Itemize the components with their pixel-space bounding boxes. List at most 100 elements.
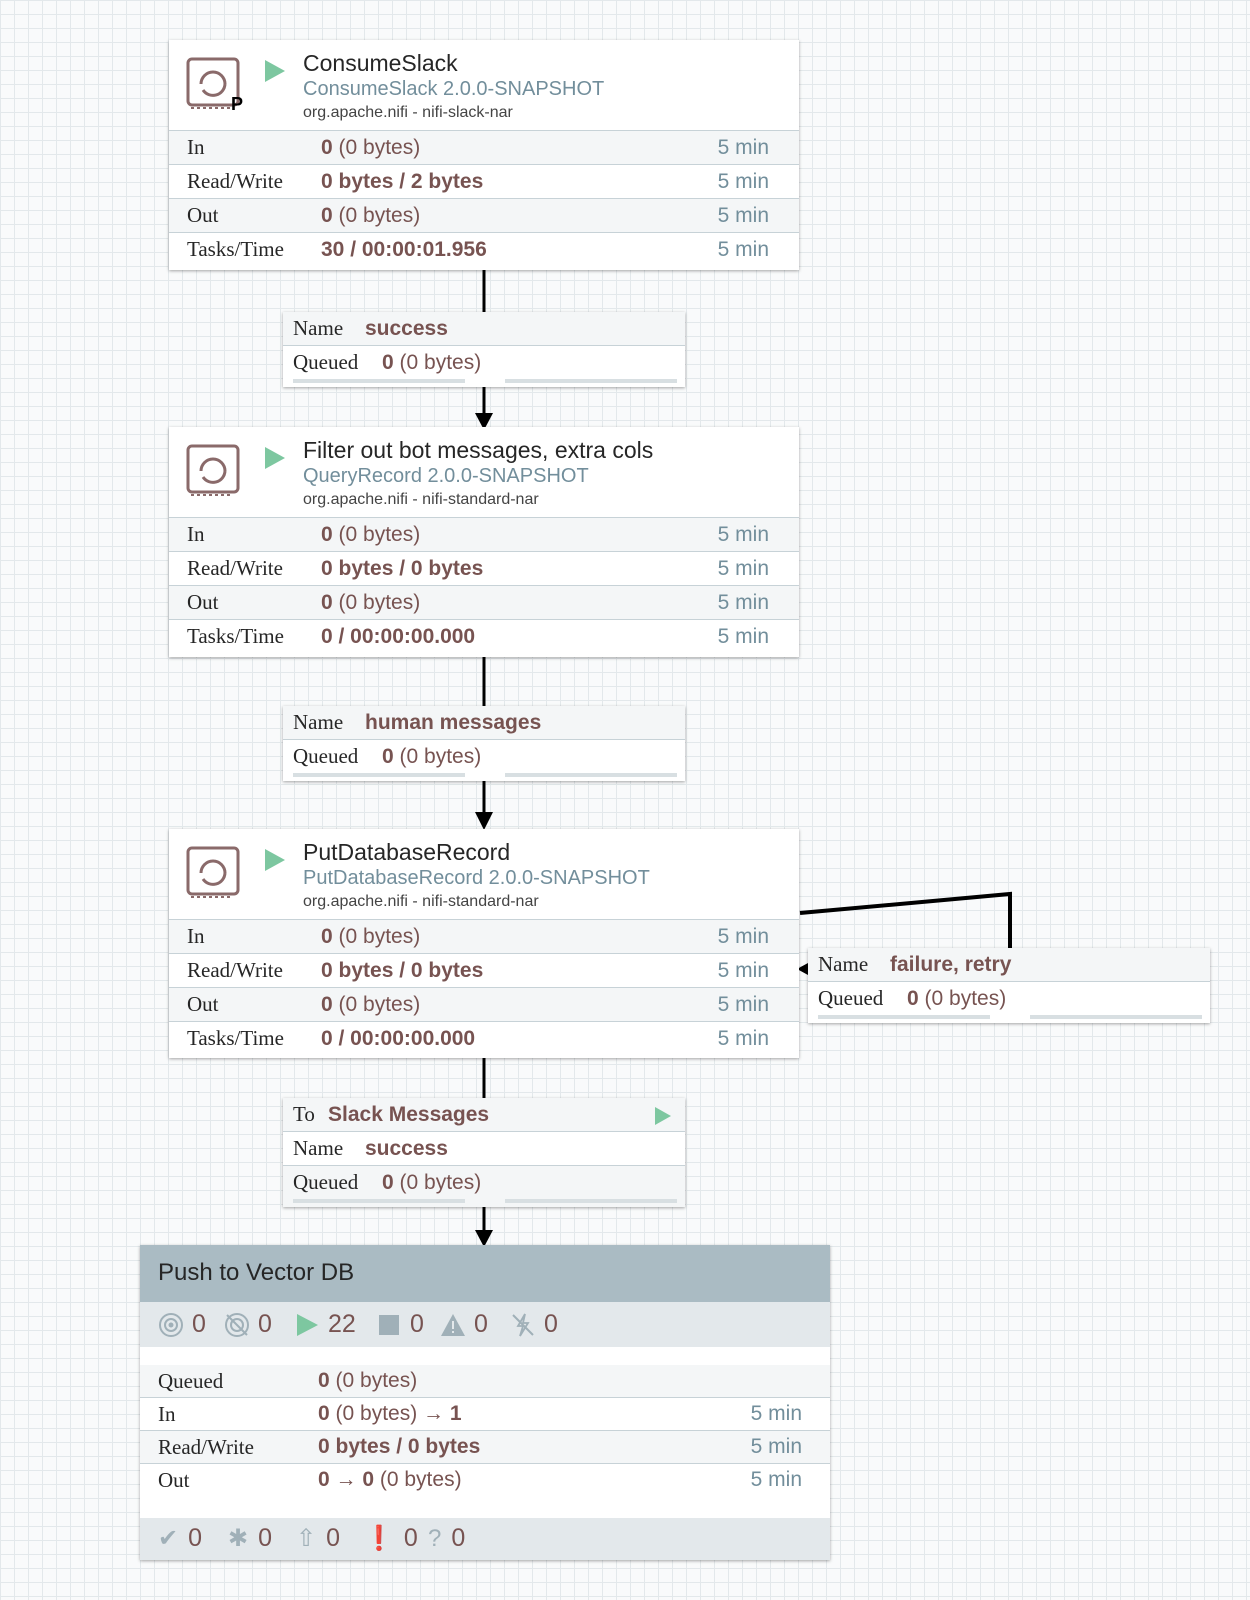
processor-icon <box>186 846 240 898</box>
connection-to-label: To <box>293 1102 315 1126</box>
stat-label: Read/Write <box>187 169 283 193</box>
connection-human-messages[interactable]: Name human messages Queued 0 (0 bytes) <box>283 706 685 781</box>
stat-time: 5 min <box>717 591 769 614</box>
sync-failure-status: ? 0 <box>428 1524 466 1552</box>
stat-label: Out <box>187 590 219 614</box>
running-icon <box>265 60 285 82</box>
queue-size-bar <box>505 773 677 777</box>
stat-row-in: In 0 (0 bytes) 5 min <box>169 517 799 551</box>
process-group-stats: Queued 0 (0 bytes) In 0 (0 bytes) → 1 5 … <box>140 1365 830 1496</box>
stat-value: 0 bytes / 2 bytes <box>321 170 484 193</box>
connection-to-row: To Slack Messages <box>283 1098 685 1131</box>
stat-time: 5 min <box>717 136 769 159</box>
stat-label: Tasks/Time <box>187 624 284 648</box>
up-to-date-status: ✔ 0 <box>158 1524 203 1552</box>
pg-stat-label: In <box>158 1402 176 1426</box>
queue-size-bar <box>505 379 677 383</box>
pg-stat-value: 0 bytes / 0 bytes <box>318 1435 481 1458</box>
connection-to-slack-messages[interactable]: To Slack Messages Name success Queued 0 … <box>283 1098 685 1207</box>
stat-value: 0 bytes / 0 bytes <box>321 557 484 580</box>
connection-queued-row: Queued 0 (0 bytes) <box>283 739 685 773</box>
stat-value: 30 / 00:00:01.956 <box>321 238 487 261</box>
stale-status: ⇧ 0 <box>296 1524 341 1552</box>
disabled-status: 0 <box>510 1310 558 1339</box>
not-transmitting-status: 0 <box>224 1310 272 1339</box>
stat-row-out: Out 0 (0 bytes) 5 min <box>169 198 799 232</box>
connection-queued-label: Queued <box>293 1170 359 1194</box>
stat-row-out: Out 0 (0 bytes) 5 min <box>169 585 799 619</box>
processor-putdatabaserecord[interactable]: PutDatabaseRecord PutDatabaseRecord 2.0.… <box>169 829 799 1058</box>
port-running-icon <box>655 1107 671 1125</box>
processor-icon <box>186 444 240 496</box>
stat-time: 5 min <box>717 204 769 227</box>
arrow-up-circle-icon: ⇧ <box>296 1525 317 1552</box>
stat-row-out: Out 0 (0 bytes) 5 min <box>169 987 799 1021</box>
connection-destination: Slack Messages <box>328 1103 490 1126</box>
queue-size-bar <box>505 1199 677 1203</box>
pg-read-write-row: Read/Write 0 bytes / 0 bytes 5 min <box>140 1430 830 1463</box>
check-icon: ✔ <box>158 1525 179 1552</box>
stat-time: 5 min <box>717 959 769 982</box>
running-icon <box>297 1313 318 1336</box>
connection-name-row: Name success <box>283 312 685 345</box>
primary-node-badge: P <box>231 94 244 114</box>
connection-queued-row: Queued 0 (0 bytes) <box>283 345 685 379</box>
running-status: 22 <box>294 1310 356 1339</box>
queue-bars <box>283 773 685 781</box>
stat-value: 0 bytes / 0 bytes <box>321 959 484 982</box>
processor-name: ConsumeSlack <box>303 50 458 76</box>
stat-time: 5 min <box>717 1027 769 1050</box>
stat-label: Read/Write <box>187 958 283 982</box>
process-group-status-bar: 0 0 22 0 0 0 <box>140 1302 830 1347</box>
stat-label: Read/Write <box>187 556 283 580</box>
stat-value: 0 (0 bytes) <box>321 204 421 227</box>
stat-value: 0 (0 bytes) <box>321 993 421 1016</box>
pg-stat-value: 0 → 0 (0 bytes) <box>318 1468 462 1491</box>
stat-value: 0 (0 bytes) <box>321 925 421 948</box>
stat-label: Out <box>187 992 219 1016</box>
connection-queued-value: 0 (0 bytes) <box>382 1171 482 1194</box>
processor-type: QueryRecord 2.0.0-SNAPSHOT <box>303 465 589 487</box>
connection-queued-value: 0 (0 bytes) <box>907 987 1007 1010</box>
disabled-icon <box>512 1313 534 1336</box>
queue-bars <box>283 379 685 387</box>
stat-label: Out <box>187 203 219 227</box>
process-group-push-to-vector-db[interactable]: Push to Vector DB 0 0 22 0 0 0 Queued 0 … <box>140 1245 830 1560</box>
connection-name-row: Name failure, retry <box>808 948 1210 981</box>
question-icon: ? <box>428 1524 442 1552</box>
connection-queued-label: Queued <box>293 744 359 768</box>
processor-bundle: org.apache.nifi - nifi-standard-nar <box>303 491 539 508</box>
asterisk-icon: ✱ <box>228 1525 249 1552</box>
connection-failure-retry[interactable]: Name failure, retry Queued 0 (0 bytes) <box>808 948 1210 1023</box>
transmitting-status: 0 <box>158 1310 206 1339</box>
processor-header: Filter out bot messages, extra cols Quer… <box>169 427 799 517</box>
connection-name-label: Name <box>293 1136 344 1160</box>
transmitting-icon <box>159 1312 183 1337</box>
pg-stat-label: Queued <box>158 1369 224 1393</box>
stat-row-in: In 0 (0 bytes) 5 min <box>169 130 799 164</box>
process-group-header: Push to Vector DB <box>140 1245 830 1302</box>
stat-row-tasks-time: Tasks/Time 30 / 00:00:01.956 5 min <box>169 232 799 266</box>
stat-label: In <box>187 135 205 159</box>
stat-row-read-write: Read/Write 0 bytes / 0 bytes 5 min <box>169 551 799 585</box>
stat-label: Tasks/Time <box>187 237 284 261</box>
stat-row-tasks-time: Tasks/Time 0 / 00:00:00.000 5 min <box>169 619 799 653</box>
connection-name-label: Name <box>293 710 344 734</box>
pg-stat-label: Read/Write <box>158 1435 254 1459</box>
processor-filter-bot-messages[interactable]: Filter out bot messages, extra cols Quer… <box>169 427 799 657</box>
pg-out-row: Out 0 → 0 (0 bytes) 5 min <box>140 1463 830 1496</box>
queue-count-bar <box>818 1015 990 1019</box>
queue-bars <box>283 1199 685 1207</box>
stat-time: 5 min <box>717 925 769 948</box>
stat-row-tasks-time: Tasks/Time 0 / 00:00:00.000 5 min <box>169 1021 799 1055</box>
processor-consumeslack[interactable]: P ConsumeSlack ConsumeSlack 2.0.0-SNAPSH… <box>169 40 799 270</box>
pg-stat-time: 5 min <box>750 1402 802 1425</box>
connection-success[interactable]: Name success Queued 0 (0 bytes) <box>283 312 685 387</box>
running-icon <box>265 849 285 871</box>
stat-time: 5 min <box>717 523 769 546</box>
pg-stat-value: 0 (0 bytes) → 1 <box>318 1402 462 1425</box>
connection-queued-label: Queued <box>818 986 884 1010</box>
stat-time: 5 min <box>717 557 769 580</box>
pg-stat-time: 5 min <box>750 1435 802 1458</box>
connection-name: success <box>365 1137 448 1160</box>
